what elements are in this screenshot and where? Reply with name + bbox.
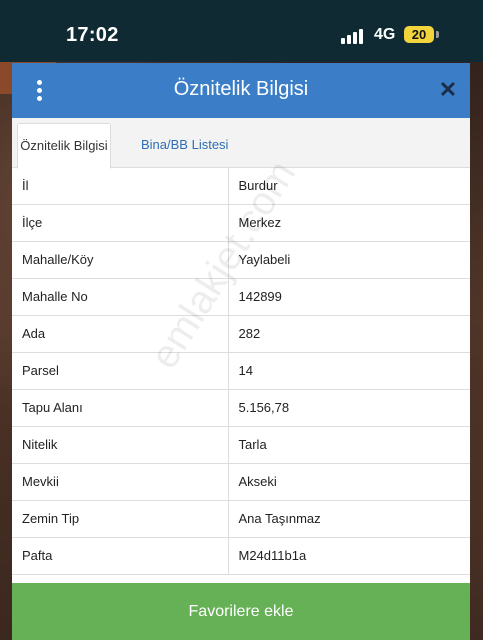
table-row: İl Burdur — [12, 167, 470, 205]
table-row: Mahalle/Köy Yaylabeli — [12, 241, 470, 279]
attribute-value: Yaylabeli — [228, 241, 470, 279]
attribute-key: İlçe — [12, 204, 229, 242]
attribute-value: 5.156,78 — [228, 389, 470, 427]
attribute-key: Pafta — [12, 537, 229, 575]
dialog-header: Öznitelik Bilgisi ✕ — [12, 63, 470, 118]
attribute-info-dialog: Öznitelik Bilgisi ✕ Öznitelik Bilgisi Bi… — [12, 63, 470, 640]
dialog-title: Öznitelik Bilgisi — [173, 78, 309, 100]
attribute-value: Merkez — [228, 204, 470, 242]
close-icon[interactable]: ✕ — [437, 79, 459, 101]
attribute-value: Ana Taşınmaz — [228, 500, 470, 538]
battery-tip — [436, 31, 439, 38]
attribute-key: Parsel — [12, 352, 229, 390]
status-bar: 17:02 4G 20 — [0, 0, 483, 62]
table-row: Zemin Tip Ana Taşınmaz — [12, 500, 470, 538]
attribute-key: Nitelik — [12, 426, 229, 464]
attribute-value: 142899 — [228, 278, 470, 316]
add-to-favorites-button[interactable]: Favorilere ekle — [12, 583, 470, 640]
attribute-key: Tapu Alanı — [12, 389, 229, 427]
attribute-key: Mevkii — [12, 463, 229, 501]
tab-building-list[interactable]: Bina/BB Listesi — [131, 123, 238, 167]
tab-bar: Öznitelik Bilgisi Bina/BB Listesi — [12, 118, 470, 169]
table-row: Parsel 14 — [12, 352, 470, 390]
table-row: İlçe Merkez — [12, 204, 470, 242]
tab-attribute-info[interactable]: Öznitelik Bilgisi — [17, 123, 111, 169]
attribute-value: Akseki — [228, 463, 470, 501]
network-type-label: 4G — [374, 26, 396, 43]
attribute-key: İl — [12, 167, 229, 205]
table-row: Pafta M24d11b1a — [12, 537, 470, 575]
attribute-value: Burdur — [228, 167, 470, 205]
table-row: Mahalle No 142899 — [12, 278, 470, 316]
status-time: 17:02 — [66, 24, 119, 46]
table-row: Nitelik Tarla — [12, 426, 470, 464]
table-row: Mevkii Akseki — [12, 463, 470, 501]
attribute-key: Zemin Tip — [12, 500, 229, 538]
attribute-value: 282 — [228, 315, 470, 353]
table-row: Ada 282 — [12, 315, 470, 353]
attribute-key: Mahalle/Köy — [12, 241, 229, 279]
attribute-value: M24d11b1a — [228, 537, 470, 575]
battery-icon: 20 — [404, 26, 434, 43]
attribute-key: Ada — [12, 315, 229, 353]
attribute-value: 14 — [228, 352, 470, 390]
attribute-table: İl Burdur İlçe Merkez Mahalle/Köy Yaylab… — [12, 167, 470, 575]
table-row: Tapu Alanı 5.156,78 — [12, 389, 470, 427]
attribute-value: Tarla — [228, 426, 470, 464]
cellular-signal-icon — [341, 28, 365, 44]
attribute-key: Mahalle No — [12, 278, 229, 316]
